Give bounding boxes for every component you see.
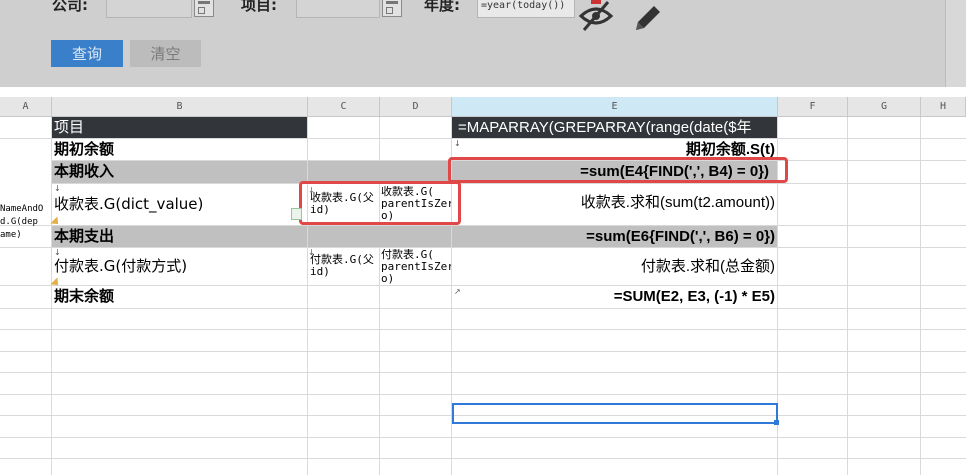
cell-b5-text: 本期支出 (54, 227, 115, 245)
expand-marker: ↓ (308, 248, 315, 257)
cell-b3-text: 本期收入 (54, 162, 115, 180)
cell-b1[interactable]: 项目 (52, 117, 307, 138)
column-header-f[interactable]: F (778, 97, 848, 117)
query-button[interactable]: 查询 (51, 40, 123, 67)
expand-marker: ↓ (54, 184, 61, 193)
column-header-d[interactable]: D (380, 97, 452, 117)
cell-e6[interactable]: 付款表.求和(总金额) (452, 248, 777, 285)
cell-a4-text: NameAndO d.G(dep ame) (0, 204, 44, 240)
column-header-e[interactable]: E (452, 97, 778, 117)
column-header-h[interactable]: H (921, 97, 966, 117)
cell-b2[interactable]: 期初余额 (52, 139, 307, 160)
column-header-b[interactable]: B (52, 97, 308, 117)
cell-b2-text: 期初余额 (54, 140, 115, 158)
column-header-c[interactable]: C (308, 97, 380, 117)
cell-e6-text: 付款表.求和(总金额) (640, 258, 775, 275)
cell-d6-text: 付款表.G( parentIsZer o) (381, 249, 451, 285)
year-label: 年度: (424, 0, 460, 14)
project-field[interactable] (296, 0, 380, 18)
selected-cell[interactable] (452, 403, 778, 424)
cell-c5-d5[interactable] (308, 226, 451, 247)
expand-marker: ↓ (54, 248, 61, 257)
cell-e5[interactable]: =sum(E6{FIND(',', B6) = 0}) (452, 226, 777, 247)
cell-c3-d3[interactable] (308, 161, 451, 183)
cell-e1-text: =MAPARRAY(GREPARRAY(range(date($年 (458, 119, 752, 136)
cell-b3[interactable]: 本期收入 (52, 161, 307, 183)
document-icon[interactable] (291, 208, 302, 220)
edit-pencil-icon[interactable] (630, 2, 666, 36)
company-field[interactable] (106, 0, 192, 18)
annotation-box-e3 (448, 157, 788, 183)
expand-marker: ↓ (308, 186, 315, 195)
year-field[interactable]: =year(today()) (477, 0, 575, 18)
cell-e2-text: 期初余额.S(t) (685, 141, 775, 158)
cell-e7[interactable]: =SUM(E2, E3, (-1) * E5) (452, 286, 777, 308)
expand-marker: ↓ (454, 139, 461, 148)
cell-d6[interactable]: 付款表.G( parentIsZer o) (381, 249, 451, 285)
cell-a4[interactable]: NameAndO d.G(dep ame) (0, 203, 51, 243)
hide-eye-icon[interactable] (578, 0, 616, 36)
cell-b5[interactable]: 本期支出 (52, 226, 307, 247)
fill-handle[interactable] (774, 420, 779, 425)
cell-e4-text: 收款表.求和(sum(t2.amount)) (580, 194, 775, 211)
column-header-a[interactable]: A (0, 97, 52, 117)
year-field-value: =year(today()) (481, 0, 566, 11)
cell-e4[interactable]: 收款表.求和(sum(t2.amount)) (452, 184, 777, 225)
cell-b4-text: 收款表.G(dict_value) (54, 195, 204, 213)
parameter-panel: 公司: 项目: 年度: =year(today()) 查询 清空 (0, 0, 966, 87)
clear-button[interactable]: 清空 (130, 40, 201, 67)
cell-e7-text: =SUM(E2, E3, (-1) * E5) (613, 288, 775, 305)
cell-b7[interactable]: 期末余额 (52, 286, 307, 308)
project-label: 项目: (241, 0, 277, 14)
cell-b4[interactable]: 收款表.G(dict_value) (52, 184, 307, 225)
cell-b7-text: 期末余额 (54, 287, 115, 305)
calendar-icon[interactable] (194, 0, 214, 17)
company-label: 公司: (52, 0, 88, 14)
column-header-g[interactable]: G (848, 97, 921, 117)
panel-edge (945, 0, 966, 87)
cell-b1-text: 项目 (54, 118, 85, 136)
cell-c6-text: 付款表.G(父 id) (310, 253, 374, 278)
cell-e5-text: =sum(E6{FIND(',', B6) = 0}) (586, 228, 775, 245)
calendar-icon[interactable] (382, 0, 402, 17)
annotation-box-c4-d4 (299, 181, 461, 225)
cell-e1[interactable]: =MAPARRAY(GREPARRAY(range(date($年 (452, 117, 777, 138)
cell-b6-text: 付款表.G(付款方式) (54, 257, 188, 275)
cell-c6[interactable]: 付款表.G(父 id) (310, 254, 378, 284)
cell-b6[interactable]: 付款表.G(付款方式) (52, 248, 307, 285)
expand-marker: ↗ (454, 287, 461, 296)
